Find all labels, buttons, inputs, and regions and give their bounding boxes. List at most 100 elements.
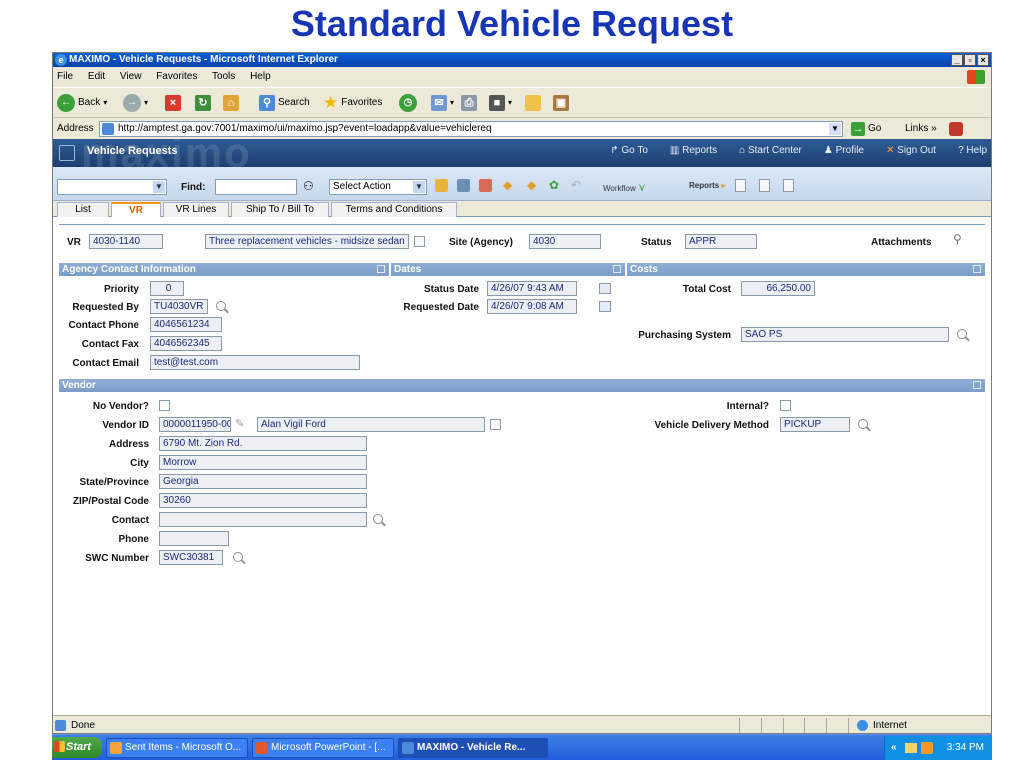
tray-expand-icon[interactable]: « — [891, 736, 897, 760]
purchasing-system-field[interactable]: SAO PS — [741, 327, 949, 342]
forward-button[interactable]: → ▾ — [123, 94, 148, 112]
report-1-icon[interactable] — [735, 179, 746, 192]
priority-field[interactable]: 0 — [150, 281, 184, 296]
calendar-icon[interactable] — [599, 301, 611, 312]
start-button[interactable]: Start — [52, 737, 102, 758]
next-icon[interactable]: ◆ — [527, 178, 536, 192]
close-button[interactable]: × — [977, 54, 989, 66]
profile-link[interactable]: ♟ Profile — [824, 145, 864, 156]
detail-menu-icon[interactable]: ✎ — [235, 417, 244, 430]
menu-edit[interactable]: Edit — [88, 71, 105, 82]
menu-favorites[interactable]: Favorites — [156, 71, 197, 82]
goto-link[interactable]: ↱ Go To — [610, 145, 648, 156]
addon-icon[interactable] — [949, 122, 963, 136]
clear-icon[interactable] — [479, 179, 492, 192]
window-titlebar[interactable]: e MAXIMO - Vehicle Requests - Microsoft … — [53, 53, 991, 67]
save-icon[interactable] — [457, 179, 470, 192]
contact-field[interactable] — [159, 512, 367, 527]
phone-field[interactable] — [159, 531, 229, 546]
outlook-tray-icon[interactable] — [921, 742, 933, 754]
task-outlook[interactable]: Sent Items - Microsoft O... — [106, 738, 248, 758]
collapse-icon[interactable] — [973, 381, 981, 389]
collapse-icon[interactable] — [613, 265, 621, 273]
go-button[interactable]: → Go — [851, 121, 881, 137]
tab-vr[interactable]: VR — [111, 202, 161, 217]
edit-button[interactable]: ■ ▾ — [489, 94, 512, 112]
sign-out-link[interactable]: ✕ Sign Out — [886, 145, 936, 156]
select-action-dropdown[interactable]: Select Action ▼ — [329, 179, 427, 195]
contact-email-field[interactable]: test@test.com — [150, 355, 360, 370]
menu-help[interactable]: Help — [250, 71, 271, 82]
reports-link[interactable]: ▥ Reports — [670, 145, 717, 156]
reports-button[interactable]: Reports ▸ — [689, 181, 725, 190]
route-icon[interactable]: ✿ — [549, 178, 559, 192]
requested-by-field[interactable]: TU4030VR — [150, 299, 208, 314]
mail-button[interactable]: ✉ ▾ — [431, 94, 454, 112]
links-button[interactable]: Links » — [905, 118, 937, 140]
report-2-icon[interactable] — [759, 179, 770, 192]
swc-number-field[interactable]: SWC30381 — [159, 550, 223, 565]
workflow-button[interactable]: Workflow ⋎ — [603, 181, 646, 194]
refresh-button[interactable]: ↻ — [195, 94, 211, 112]
requested-date-field[interactable]: 4/26/07 9:08 AM — [487, 299, 577, 314]
lookup-icon[interactable] — [957, 329, 967, 339]
find-input[interactable] — [215, 179, 297, 195]
calendar-icon[interactable] — [599, 283, 611, 294]
contact-phone-field[interactable]: 4046561234 — [150, 317, 222, 332]
site-field[interactable]: 4030 — [529, 234, 601, 249]
query-select[interactable]: ▼ — [57, 179, 167, 195]
home-button[interactable]: ⌂ — [223, 94, 239, 112]
minimize-button[interactable]: _ — [951, 54, 963, 66]
task-powerpoint[interactable]: Microsoft PowerPoint - [... — [252, 738, 394, 758]
delivery-method-field[interactable]: PICKUP — [780, 417, 850, 432]
paperclip-icon[interactable]: ⚲ — [953, 232, 962, 246]
vendor-name-field[interactable]: Alan Vigil Ford — [257, 417, 485, 432]
research-button[interactable]: ▣ — [553, 94, 569, 112]
stop-button[interactable]: × — [165, 94, 181, 112]
tab-vr-lines[interactable]: VR Lines — [163, 202, 229, 217]
menu-view[interactable]: View — [120, 71, 142, 82]
help-link[interactable]: ? Help — [958, 145, 987, 156]
lookup-icon[interactable] — [858, 419, 868, 429]
start-center-link[interactable]: ⌂ Start Center — [739, 145, 802, 156]
long-description-icon[interactable] — [490, 419, 501, 430]
lookup-icon[interactable] — [216, 301, 226, 311]
search-button[interactable]: ⚲ Search — [259, 94, 310, 112]
city-field[interactable]: Morrow — [159, 455, 367, 470]
tab-ship-to-bill-to[interactable]: Ship To / Bill To — [231, 202, 329, 217]
tab-list[interactable]: List — [57, 202, 109, 217]
vr-field[interactable]: 4030-1140 — [89, 234, 163, 249]
task-maximo[interactable]: MAXIMO - Vehicle Re... — [398, 738, 548, 758]
lookup-icon[interactable] — [373, 514, 383, 524]
collapse-icon[interactable] — [973, 265, 981, 273]
total-cost-field[interactable]: 66,250.00 — [741, 281, 815, 296]
binoculars-icon[interactable]: ⚇ — [303, 179, 314, 193]
report-3-icon[interactable] — [783, 179, 794, 192]
maximize-button[interactable]: ▫ — [964, 54, 976, 66]
back-button[interactable]: ← Back ▾ — [57, 94, 107, 112]
no-vendor-checkbox[interactable] — [159, 400, 170, 411]
new-record-icon[interactable] — [435, 179, 448, 192]
chevron-down-icon[interactable]: ▼ — [829, 123, 841, 135]
internal-checkbox[interactable] — [780, 400, 791, 411]
contact-fax-field[interactable]: 4046562345 — [150, 336, 222, 351]
lookup-icon[interactable] — [233, 552, 243, 562]
description-field[interactable]: Three replacement vehicles - midsize sed… — [205, 234, 409, 249]
menu-tools[interactable]: Tools — [212, 71, 235, 82]
zip-field[interactable]: 30260 — [159, 493, 367, 508]
collapse-icon[interactable] — [377, 265, 385, 273]
state-field[interactable]: Georgia — [159, 474, 367, 489]
print-button[interactable]: ⎙ — [461, 94, 477, 112]
clock[interactable]: 3:34 PM — [947, 736, 984, 760]
address-field[interactable]: 6790 Mt. Zion Rd. — [159, 436, 367, 451]
menu-file[interactable]: File — [57, 71, 73, 82]
favorites-button[interactable]: ★ Favorites — [323, 94, 382, 112]
status-date-field[interactable]: 4/26/07 9:43 AM — [487, 281, 577, 296]
status-field[interactable]: APPR — [685, 234, 757, 249]
vendor-id-field[interactable]: 0000011950-00 — [159, 417, 231, 432]
tab-terms-and-conditions[interactable]: Terms and Conditions — [331, 202, 457, 217]
long-description-icon[interactable] — [414, 236, 425, 247]
envelope-icon[interactable] — [905, 743, 917, 753]
folder-button[interactable] — [525, 94, 541, 112]
history-button[interactable]: ◷ — [399, 94, 417, 112]
